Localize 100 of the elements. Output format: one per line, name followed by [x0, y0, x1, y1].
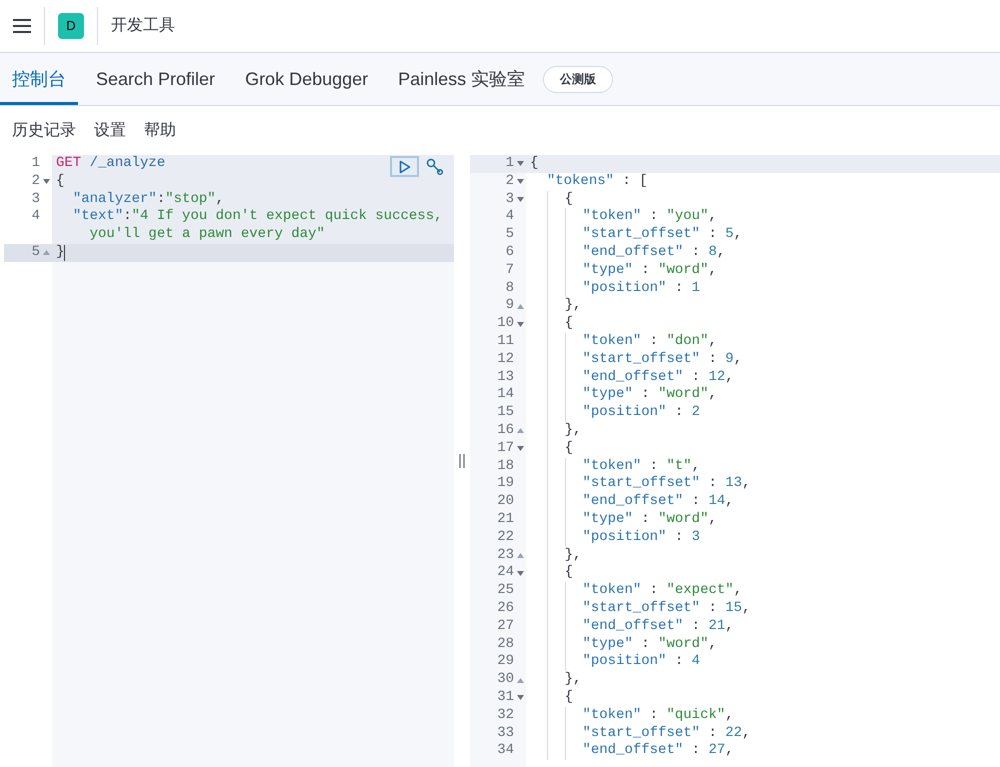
toolbar-link[interactable]: 帮助 — [144, 118, 176, 142]
code-token: , — [725, 493, 734, 511]
code-token: : — [674, 528, 684, 547]
code-token: { — [56, 172, 64, 191]
line-number: 9 — [506, 297, 514, 316]
line-number: 19 — [497, 475, 514, 494]
line-number: 17 — [497, 440, 514, 458]
line-number: 2 — [506, 172, 514, 191]
line-number: 23 — [497, 546, 514, 564]
play-icon — [398, 160, 410, 174]
line-number: 7 — [506, 262, 514, 280]
line-number: 4 — [32, 208, 40, 226]
code-token: } — [56, 244, 64, 262]
code-token: , — [708, 510, 717, 529]
code-token: }, — [564, 422, 582, 440]
code-token: , — [708, 636, 717, 654]
toolbar-link[interactable]: 历史记录 — [12, 118, 76, 142]
fold-arrow-icon[interactable] — [517, 695, 524, 700]
line-number: 32 — [497, 706, 514, 724]
code-token: GET — [56, 155, 82, 173]
code-token: "start_offset" — [582, 475, 700, 494]
line-number: 3 — [506, 190, 514, 208]
code-token: , — [742, 600, 750, 618]
code-token: }, — [564, 546, 582, 564]
code-token: /_analyze — [88, 155, 166, 173]
code-token: "end_offset" — [582, 618, 684, 636]
beta-badge: 公测版 — [543, 66, 614, 92]
code-token: : — [640, 386, 651, 404]
run-button[interactable] — [390, 156, 419, 177]
line-number: 5 — [506, 226, 514, 244]
tab[interactable]: 控制台 — [0, 53, 78, 105]
fold-arrow-icon[interactable] — [517, 446, 524, 452]
code-token: "position" — [582, 528, 666, 547]
code-token: 1 — [692, 280, 700, 298]
code-token: : — [674, 653, 684, 672]
toolbar-link[interactable]: 设置 — [94, 118, 126, 142]
code-token: , — [716, 244, 726, 262]
code-token: "token" — [582, 706, 642, 724]
code-token: : — [690, 742, 702, 760]
code-token: : — [690, 493, 702, 511]
fold-arrow-icon[interactable] — [517, 196, 524, 202]
code-token: : — [156, 190, 166, 208]
code-token: "token" — [582, 332, 642, 351]
code-token: "quick" — [666, 706, 726, 724]
code-token: "end_offset" — [582, 244, 684, 262]
tab[interactable]: Grok Debugger — [233, 53, 380, 105]
code-token: you'll get a pawn every day" — [90, 226, 325, 244]
code-token: "token" — [582, 582, 642, 600]
code-token: 8 — [708, 244, 717, 262]
unfold-arrow-icon[interactable] — [517, 552, 524, 558]
code-token: "4 If you don't expect quick success, — [132, 208, 442, 226]
code-token: 27 — [708, 742, 726, 760]
code-token: : — [648, 582, 660, 600]
line-number: 22 — [497, 528, 514, 547]
code-token: "tokens" — [546, 172, 614, 191]
code-token: 3 — [692, 528, 700, 547]
fold-arrow-icon[interactable] — [517, 322, 524, 327]
code-token: 2 — [692, 404, 700, 422]
resize-handle-icon[interactable] — [459, 454, 465, 468]
wrench-button[interactable] — [425, 156, 445, 176]
code-token: : — [640, 510, 651, 529]
code-token: "token" — [582, 458, 642, 476]
code-token: , — [742, 475, 750, 494]
code-token: { — [564, 564, 574, 582]
line-number: 16 — [497, 422, 514, 440]
wrench-icon — [426, 158, 444, 176]
unfold-arrow-icon[interactable] — [517, 678, 524, 682]
code-token: : — [648, 208, 660, 226]
fold-arrow-icon[interactable] — [517, 161, 524, 166]
fold-arrow-icon[interactable] — [43, 179, 50, 184]
tab[interactable]: Painless 实验室 — [386, 53, 538, 105]
line-number: 25 — [497, 582, 514, 600]
code-token: : — [690, 618, 702, 636]
code-token: "t" — [666, 458, 692, 476]
unfold-arrow-icon[interactable] — [517, 428, 524, 434]
code-token: "start_offset" — [582, 600, 700, 618]
code-token: 22 — [725, 724, 742, 742]
code-token: "word" — [658, 636, 708, 654]
code-token: "position" — [582, 280, 666, 298]
code-token: "you" — [666, 208, 708, 226]
line-number: 31 — [497, 688, 514, 707]
code-token: : — [707, 724, 718, 742]
code-token: : — [123, 208, 132, 226]
fold-arrow-icon[interactable] — [517, 570, 524, 576]
breadcrumb-title: 开发工具 — [111, 16, 175, 36]
code-token: 14 — [708, 493, 726, 511]
line-number: 12 — [497, 350, 514, 369]
code-token: , — [692, 458, 700, 476]
tab[interactable]: Search Profiler — [84, 53, 228, 105]
code-token: "type" — [582, 262, 633, 280]
code-token: "type" — [582, 510, 633, 529]
code-token: 9 — [725, 350, 734, 369]
line-number: 29 — [497, 653, 514, 672]
code-token: { — [530, 155, 538, 173]
space-avatar[interactable]: D — [58, 13, 84, 39]
line-number: 2 — [32, 172, 40, 191]
fold-arrow-icon[interactable] — [517, 179, 524, 184]
line-number: 33 — [497, 724, 514, 742]
unfold-arrow-icon[interactable] — [517, 304, 524, 309]
code-token: : — [707, 475, 718, 494]
